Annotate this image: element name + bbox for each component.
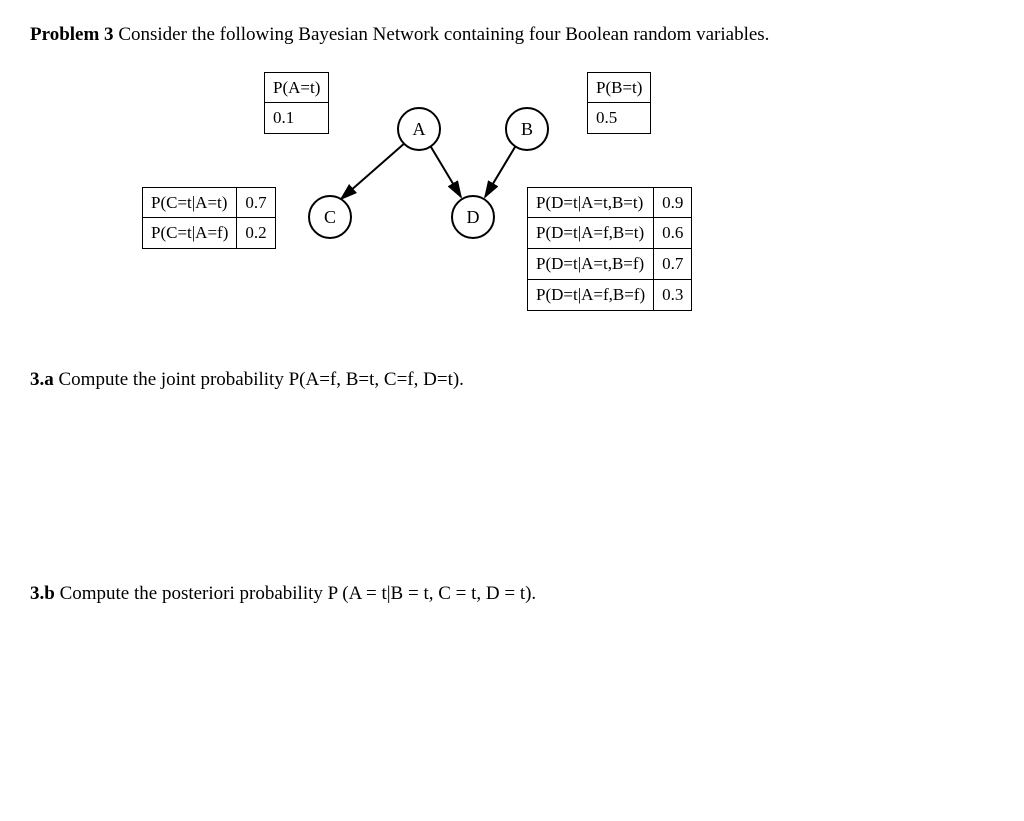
question-3b: 3.b Compute the posteriori probability P…: [30, 581, 994, 608]
cpt-c-row-label: P(C=t|A=f): [143, 218, 237, 249]
cpt-b: P(B=t) 0.5: [587, 72, 651, 135]
bayesian-network-diagram: A B C D P(A=t) 0.1 P(B=t) 0.5 P(C=t|A=t)…: [122, 67, 902, 327]
spacer: [30, 393, 994, 573]
question-3b-text: Compute the posteriori probability P (A …: [55, 583, 536, 604]
cpt-a-header: P(A=t): [265, 72, 329, 103]
cpt-d-row-value: 0.7: [654, 249, 692, 280]
cpt-b-header: P(B=t): [588, 72, 651, 103]
node-c: C: [308, 195, 352, 239]
node-b: B: [505, 107, 549, 151]
cpt-d-row-value: 0.3: [654, 279, 692, 310]
node-d: D: [451, 195, 495, 239]
problem-label: Problem 3: [30, 24, 114, 45]
cpt-b-value: 0.5: [588, 103, 651, 134]
problem-heading: Problem 3 Consider the following Bayesia…: [30, 22, 994, 49]
node-a: A: [397, 107, 441, 151]
cpt-c-row-value: 0.7: [237, 187, 275, 218]
cpt-d-row-value: 0.9: [654, 187, 692, 218]
question-3a-text: Compute the joint probability P(A=f, B=t…: [54, 369, 464, 390]
question-3b-label: 3.b: [30, 583, 55, 604]
cpt-d-row-value: 0.6: [654, 218, 692, 249]
cpt-d-row-label: P(D=t|A=f,B=t): [528, 218, 654, 249]
problem-text: Consider the following Bayesian Network …: [114, 24, 770, 45]
cpt-a-value: 0.1: [265, 103, 329, 134]
cpt-d: P(D=t|A=t,B=t) 0.9 P(D=t|A=f,B=t) 0.6 P(…: [527, 187, 692, 311]
cpt-c-row-value: 0.2: [237, 218, 275, 249]
cpt-d-row-label: P(D=t|A=f,B=f): [528, 279, 654, 310]
cpt-c-row-label: P(C=t|A=t): [143, 187, 237, 218]
cpt-c: P(C=t|A=t) 0.7 P(C=t|A=f) 0.2: [142, 187, 276, 250]
cpt-d-row-label: P(D=t|A=t,B=f): [528, 249, 654, 280]
cpt-a: P(A=t) 0.1: [264, 72, 329, 135]
cpt-d-row-label: P(D=t|A=t,B=t): [528, 187, 654, 218]
question-3a-label: 3.a: [30, 369, 54, 390]
question-3a: 3.a Compute the joint probability P(A=f,…: [30, 367, 994, 394]
